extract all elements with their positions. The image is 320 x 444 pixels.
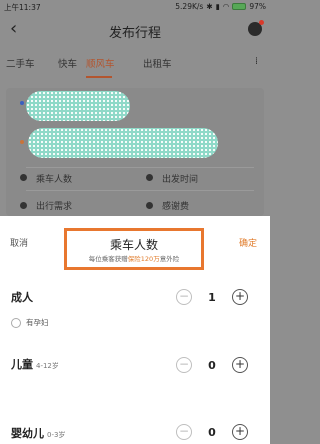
message-icon[interactable] xyxy=(248,20,264,36)
sheet-header-highlight: 乘车人数 每位乘客获赠保险120万意外险 xyxy=(64,228,204,270)
sheet-subtitle: 每位乘客获赠保险120万意外险 xyxy=(67,253,201,263)
trip-form-card: 乘车人数 出发时间 出行需求 感谢费 xyxy=(6,88,264,216)
thanks-fee-icon xyxy=(146,202,153,209)
tab-carpool[interactable]: 顺风车 xyxy=(86,56,115,70)
battery-percent: 97% xyxy=(249,2,266,11)
child-age-range: 4-12岁 xyxy=(36,362,59,370)
clock-icon xyxy=(146,174,153,181)
adult-label: 成人 xyxy=(11,289,33,305)
child-count: 0 xyxy=(208,358,216,372)
tab-used-car[interactable]: 二手车 xyxy=(6,56,35,70)
end-dot-icon xyxy=(20,140,24,144)
passenger-count-label[interactable]: 乘车人数 xyxy=(36,172,72,185)
divider xyxy=(26,167,254,168)
header: ‹ 发布行程 xyxy=(0,14,270,46)
adult-name: 成人 xyxy=(11,291,33,304)
passenger-count-sheet: 取消 确定 乘车人数 每位乘客获赠保险120万意外险 成人 − 1 + 有孕妇 … xyxy=(0,216,270,444)
end-address-redacted[interactable] xyxy=(28,128,218,158)
tabs-more-icon[interactable]: ⁞ xyxy=(255,56,258,67)
infant-decrement-button[interactable]: − xyxy=(176,424,192,440)
tab-taxi[interactable]: 出租车 xyxy=(143,56,172,70)
pregnant-option[interactable]: 有孕妇 xyxy=(11,317,49,328)
confirm-button[interactable]: 确定 xyxy=(239,236,257,249)
status-time: 上午11:37 xyxy=(4,3,41,12)
tab-express[interactable]: 快车 xyxy=(58,56,77,70)
child-name: 儿童 xyxy=(11,358,33,371)
active-tab-indicator xyxy=(86,76,112,78)
infant-stepper: − 0 + xyxy=(176,424,248,440)
depart-time-label[interactable]: 出发时间 xyxy=(162,172,198,185)
cancel-button[interactable]: 取消 xyxy=(10,236,28,249)
start-dot-icon xyxy=(20,101,24,105)
thanks-fee-label[interactable]: 感谢费 xyxy=(162,199,189,212)
subtitle-text-end: 意外险 xyxy=(159,255,180,263)
status-right: 5.29K/s ✱ ▮ ◠ 97% xyxy=(175,2,266,11)
page-title: 发布行程 xyxy=(108,26,161,41)
trip-option-label[interactable]: 出行需求 xyxy=(36,199,72,212)
adult-increment-button[interactable]: + xyxy=(232,289,248,305)
sheet-title: 乘车人数 xyxy=(109,238,158,252)
child-label: 儿童 4-12岁 xyxy=(11,356,59,372)
trip-option-icon xyxy=(20,202,27,209)
infant-name: 婴幼儿 xyxy=(11,427,44,440)
wifi-icon: ◠ xyxy=(222,2,230,11)
child-increment-button[interactable]: + xyxy=(232,357,248,373)
start-address-redacted[interactable] xyxy=(26,91,130,121)
subtitle-text: 每位乘客获赠 xyxy=(88,255,128,263)
battery-icon xyxy=(232,3,247,10)
child-decrement-button[interactable]: − xyxy=(176,357,192,373)
bluetooth-icon: ✱ xyxy=(206,2,213,11)
network-speed: 5.29K/s xyxy=(175,2,204,11)
pregnant-radio[interactable] xyxy=(11,317,21,328)
infant-age-range: 0-3岁 xyxy=(47,431,66,439)
category-tabs: 二手车 快车 顺风车 出租车 ⁞ xyxy=(0,46,270,82)
status-bar: 上午11:37 5.29K/s ✱ ▮ ◠ 97% xyxy=(0,0,270,14)
infant-increment-button[interactable]: + xyxy=(232,424,248,440)
passenger-icon xyxy=(20,174,27,181)
infant-label: 婴幼儿 0-3岁 xyxy=(11,425,65,441)
adult-stepper: − 1 + xyxy=(176,289,248,305)
child-stepper: − 0 + xyxy=(176,357,248,373)
insurance-highlight: 保险120万 xyxy=(127,255,160,263)
adult-decrement-button[interactable]: − xyxy=(176,289,192,305)
infant-count: 0 xyxy=(208,425,216,439)
divider xyxy=(26,190,254,191)
signal-icon: ▮ xyxy=(215,2,220,11)
pregnant-label: 有孕妇 xyxy=(26,318,49,327)
adult-count: 1 xyxy=(208,290,216,304)
